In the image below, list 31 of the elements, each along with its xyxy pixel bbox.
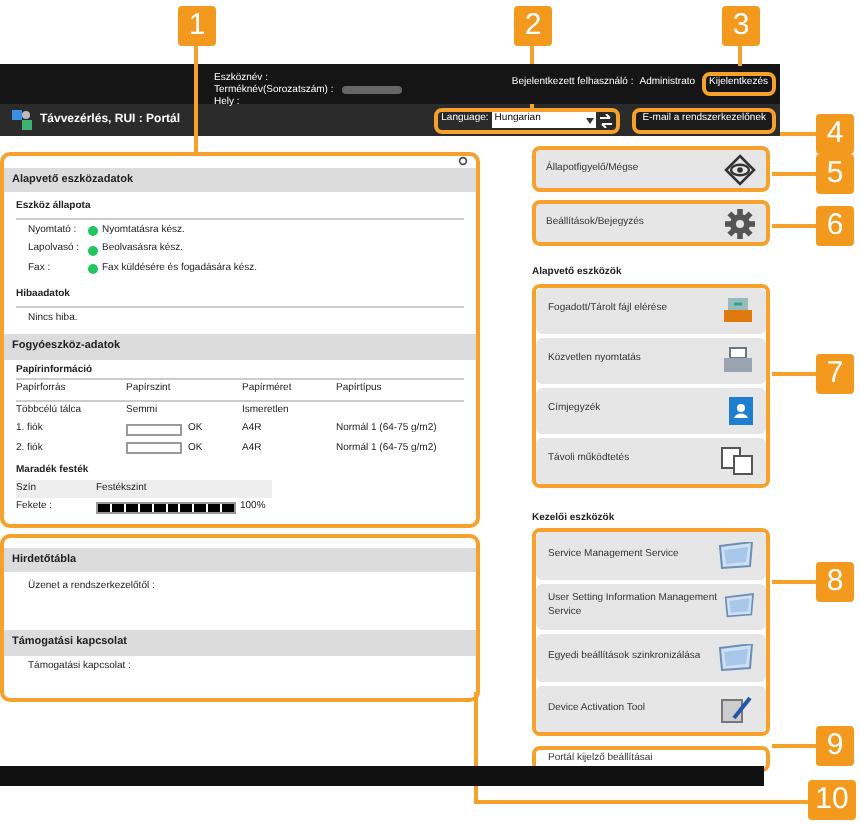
eye-icon [724, 153, 756, 185]
callout-number: 10 [808, 780, 856, 820]
level-bar [126, 423, 182, 436]
callout-number: 9 [816, 726, 854, 766]
callout-number: 5 [816, 154, 854, 194]
callout-number: 3 [722, 6, 760, 46]
callout-number: 8 [816, 562, 854, 602]
network-logo-icon [12, 110, 32, 130]
tray-icon [722, 296, 754, 324]
leader-line [772, 224, 816, 228]
printer-icon [722, 346, 754, 374]
leader-line [772, 172, 816, 176]
leader-line [772, 744, 816, 748]
callout-number: 6 [816, 206, 854, 246]
leader-line [780, 132, 816, 136]
callout-number: 7 [816, 354, 854, 394]
refresh-icon[interactable] [458, 156, 468, 166]
dropdown-caret-icon [586, 117, 595, 123]
address-book-icon [728, 395, 754, 425]
callout-number: 4 [816, 114, 854, 154]
monitor-icon [718, 643, 754, 672]
windows-icon [720, 445, 754, 475]
switch-icon[interactable] [600, 113, 613, 127]
callout-number: 1 [178, 6, 216, 46]
gear-icon [724, 207, 756, 239]
level-bar [126, 442, 182, 455]
pen-box-icon [720, 692, 754, 725]
monitor-icon [723, 592, 754, 621]
monitor-icon [718, 541, 754, 570]
serial-number [341, 86, 402, 94]
callout-number: 2 [514, 6, 552, 46]
